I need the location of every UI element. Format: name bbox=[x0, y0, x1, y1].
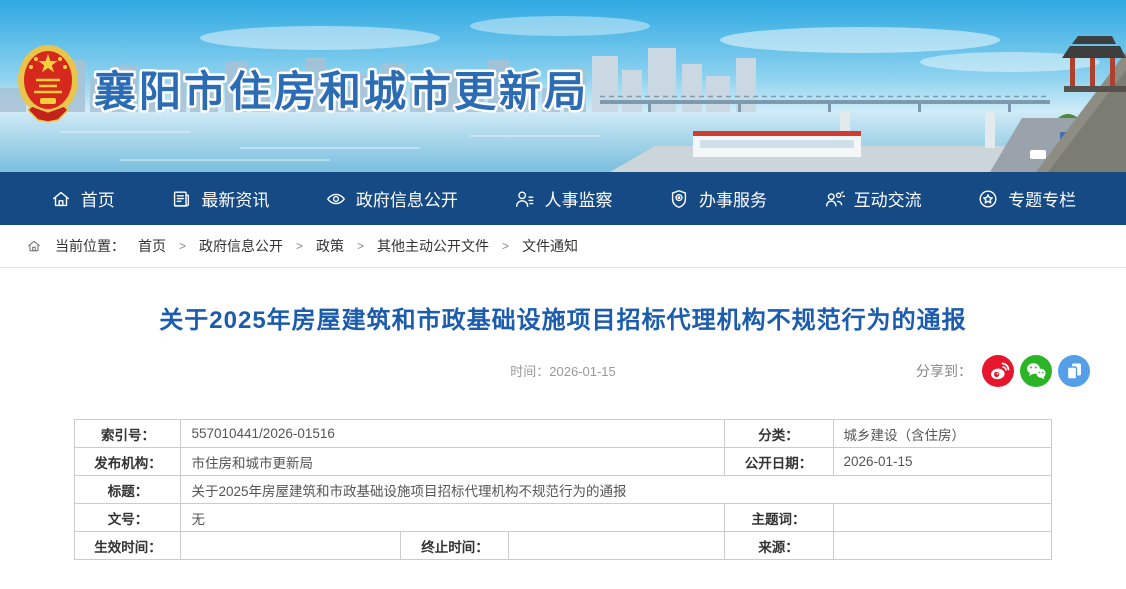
agency-label: 发布机构： bbox=[75, 448, 181, 476]
main-nav: 首页 最新资讯 政府信息公开 人事监察 办事服务 互动交流 专题专栏 bbox=[0, 172, 1126, 225]
expiry-value bbox=[509, 532, 724, 560]
nav-item-services[interactable]: 办事服务 bbox=[668, 186, 767, 211]
effective-label: 生效时间： bbox=[75, 532, 181, 560]
keywords-label: 主题词： bbox=[724, 504, 833, 532]
table-row: 索引号： 557010441/2026-01516 分类： 城乡建设（含住房） bbox=[75, 420, 1051, 448]
category-label: 分类： bbox=[724, 420, 833, 448]
news-icon bbox=[170, 188, 192, 210]
table-row: 发布机构： 市住房和城市更新局 公开日期： 2026-01-15 bbox=[75, 448, 1051, 476]
doc-no-value: 无 bbox=[181, 504, 724, 532]
breadcrumb-prefix: 当前位置： bbox=[55, 236, 125, 256]
doc-no-label: 文号： bbox=[75, 504, 181, 532]
pub-date-label: 公开日期： bbox=[724, 448, 833, 476]
article-content: 关于2025年房屋建筑和市政基础设施项目招标代理机构不规范行为的通报 时间：20… bbox=[0, 268, 1126, 560]
nav-item-gov-info[interactable]: 政府信息公开 bbox=[325, 186, 458, 211]
table-row: 生效时间： 终止时间： 来源： bbox=[75, 532, 1051, 560]
pub-date-value: 2026-01-15 bbox=[833, 448, 1051, 476]
source-value bbox=[833, 532, 1051, 560]
title-value: 关于2025年房屋建筑和市政基础设施项目招标代理机构不规范行为的通报 bbox=[181, 476, 1051, 504]
breadcrumb: 当前位置： 首页 > 政府信息公开 > 政策 > 其他主动公开文件 > 文件通知 bbox=[0, 225, 1126, 268]
breadcrumb-item-home[interactable]: 首页 bbox=[138, 236, 166, 256]
breadcrumb-item-policy[interactable]: 政策 bbox=[316, 236, 344, 256]
nav-item-interaction[interactable]: 互动交流 bbox=[823, 186, 922, 211]
shield-icon bbox=[668, 188, 690, 210]
national-emblem-icon bbox=[16, 42, 80, 134]
breadcrumb-separator: > bbox=[502, 239, 509, 253]
nav-item-label: 人事监察 bbox=[544, 186, 612, 211]
nav-item-label: 办事服务 bbox=[699, 186, 767, 211]
share-label: 分享到： bbox=[916, 361, 972, 381]
copy-share-icon[interactable] bbox=[1058, 355, 1090, 387]
agency-value: 市住房和城市更新局 bbox=[181, 448, 724, 476]
source-label: 来源： bbox=[724, 532, 833, 560]
page-title: 关于2025年房屋建筑和市政基础设施项目招标代理机构不规范行为的通报 bbox=[60, 300, 1066, 335]
breadcrumb-item-other-public-docs[interactable]: 其他主动公开文件 bbox=[377, 236, 489, 256]
table-row: 文号： 无 主题词： bbox=[75, 504, 1051, 532]
nav-item-label: 最新资讯 bbox=[201, 186, 269, 211]
site-title: 襄阳市住房和城市更新局 bbox=[94, 58, 589, 119]
nav-item-news[interactable]: 最新资讯 bbox=[170, 186, 269, 211]
expiry-label: 终止时间： bbox=[401, 532, 509, 560]
eye-icon bbox=[325, 188, 347, 210]
nav-item-label: 互动交流 bbox=[854, 186, 922, 211]
time-label: 时间： bbox=[510, 364, 549, 379]
star-icon bbox=[977, 188, 999, 210]
breadcrumb-item-doc-notice[interactable]: 文件通知 bbox=[522, 236, 578, 256]
nav-item-home[interactable]: 首页 bbox=[50, 186, 115, 211]
index-label: 索引号： bbox=[75, 420, 181, 448]
weibo-share-icon[interactable] bbox=[982, 355, 1014, 387]
home-small-icon bbox=[26, 238, 42, 254]
index-value: 557010441/2026-01516 bbox=[181, 420, 724, 448]
header-banner: 襄阳市住房和城市更新局 bbox=[0, 0, 1126, 172]
title-label: 标题： bbox=[75, 476, 181, 504]
nav-item-special-topics[interactable]: 专题专栏 bbox=[977, 186, 1076, 211]
breadcrumb-item-gov-info[interactable]: 政府信息公开 bbox=[199, 236, 283, 256]
nav-item-personnel[interactable]: 人事监察 bbox=[513, 186, 612, 211]
article-meta-row: 时间：2026-01-15 分享到： bbox=[0, 349, 1126, 391]
breadcrumb-separator: > bbox=[357, 239, 364, 253]
document-meta-table: 索引号： 557010441/2026-01516 分类： 城乡建设（含住房） … bbox=[74, 419, 1051, 560]
nav-item-label: 专题专栏 bbox=[1008, 186, 1076, 211]
breadcrumb-separator: > bbox=[296, 239, 303, 253]
people-chat-icon bbox=[823, 188, 845, 210]
effective-value bbox=[181, 532, 401, 560]
nav-item-label: 首页 bbox=[81, 186, 115, 211]
keywords-value bbox=[833, 504, 1051, 532]
nav-item-label: 政府信息公开 bbox=[356, 186, 458, 211]
category-value: 城乡建设（含住房） bbox=[833, 420, 1051, 448]
breadcrumb-separator: > bbox=[179, 239, 186, 253]
time-value: 2026-01-15 bbox=[549, 364, 616, 379]
home-icon bbox=[50, 188, 72, 210]
wechat-share-icon[interactable] bbox=[1020, 355, 1052, 387]
table-row: 标题： 关于2025年房屋建筑和市政基础设施项目招标代理机构不规范行为的通报 bbox=[75, 476, 1051, 504]
person-icon bbox=[513, 188, 535, 210]
share-bar: 分享到： bbox=[916, 355, 1090, 387]
